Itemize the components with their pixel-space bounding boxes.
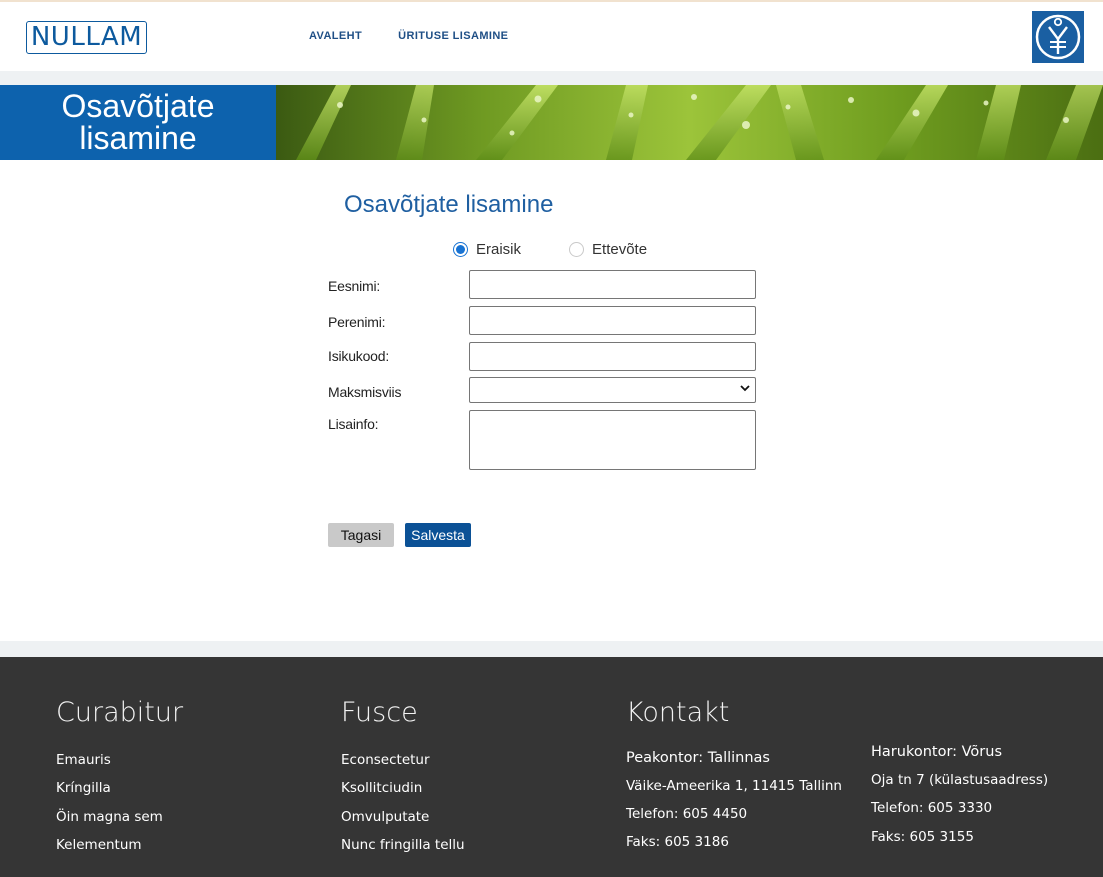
id-code-label: Isikukood: xyxy=(328,348,390,364)
save-button[interactable]: Salvesta xyxy=(405,523,471,547)
footer-link[interactable]: Ksollitciudin xyxy=(341,780,422,796)
id-code-input[interactable] xyxy=(469,342,756,371)
main-office-phone: Telefon: 605 4450 xyxy=(626,806,748,822)
footer-link[interactable]: Kelementum xyxy=(56,837,142,853)
branch-office-address: Oja tn 7 (külastusaadress) xyxy=(871,772,1049,788)
payment-method-label: Maksmisviis xyxy=(328,384,402,400)
participant-type-radio-group: Eraisik Ettevõte xyxy=(453,241,647,258)
additional-info-textarea[interactable] xyxy=(469,410,756,470)
form-title: Osavõtjate lisamine xyxy=(344,191,554,218)
hero-title: Osavõtjate lisamine xyxy=(0,85,276,160)
radio-private-person-label: Eraisik xyxy=(476,241,522,258)
branch-office-fax: Faks: 605 3155 xyxy=(871,829,974,845)
last-name-input[interactable] xyxy=(469,306,756,335)
main-office-address: Väike-Ameerika 1, 11415 Tallinn xyxy=(626,778,842,794)
nav-add-event[interactable]: ÜRITUSE LISAMINE xyxy=(398,29,508,43)
branch-office-title: Harukontor: Võrus xyxy=(871,744,1003,760)
hero-banner: Osavõtjate lisamine xyxy=(0,85,1103,160)
main-office-fax: Faks: 605 3186 xyxy=(626,834,729,850)
nav-home[interactable]: AVALEHT xyxy=(309,29,362,43)
footer-link[interactable]: Öin magna sem xyxy=(56,809,163,825)
first-name-label: Eesnimi: xyxy=(328,278,381,294)
branch-office-phone: Telefon: 605 3330 xyxy=(871,800,993,816)
grass-banner-image xyxy=(276,85,1103,160)
footer-link[interactable]: Nunc fringilla tellu xyxy=(341,837,465,853)
footer-link[interactable]: Emauris xyxy=(56,752,111,768)
radio-private-person-control[interactable] xyxy=(453,242,468,257)
footer-col1-title: Curabitur xyxy=(56,697,184,728)
nullam-logo[interactable]: NULLAM xyxy=(26,21,147,54)
footer-link[interactable]: Omvulputate xyxy=(341,809,429,825)
additional-info-label: Lisainfo: xyxy=(328,416,379,432)
first-name-input[interactable] xyxy=(469,270,756,299)
chevron-down-icon xyxy=(740,385,750,392)
footer-link[interactable]: Kríngilla xyxy=(56,780,111,796)
hero-title-line1: Osavõtjate xyxy=(61,88,215,124)
payment-method-select[interactable] xyxy=(469,377,756,403)
radio-company[interactable]: Ettevõte xyxy=(569,241,647,258)
radio-private-person[interactable]: Eraisik xyxy=(453,241,521,258)
hero-title-line2: lisamine xyxy=(79,120,197,156)
main-nav: AVALEHT ÜRITUSE LISAMINE xyxy=(309,29,544,43)
main-content: Osavõtjate lisamine Eraisik Ettevõte Ees… xyxy=(0,160,1103,641)
footer-link[interactable]: Econsectetur xyxy=(341,752,430,768)
radio-company-label: Ettevõte xyxy=(592,241,648,258)
main-office-title: Peakontor: Tallinnas xyxy=(626,750,770,766)
back-button[interactable]: Tagasi xyxy=(328,523,394,547)
last-name-label: Perenimi: xyxy=(328,314,386,330)
radio-company-control[interactable] xyxy=(569,242,585,257)
symbol-logo-icon xyxy=(1032,11,1084,63)
footer: Curabitur Emauris Kríngilla Öin magna se… xyxy=(0,657,1103,877)
footer-contact-title: Kontakt xyxy=(626,697,730,728)
top-header: NULLAM AVALEHT ÜRITUSE LISAMINE xyxy=(0,0,1103,71)
footer-col2-title: Fusce xyxy=(341,697,418,728)
